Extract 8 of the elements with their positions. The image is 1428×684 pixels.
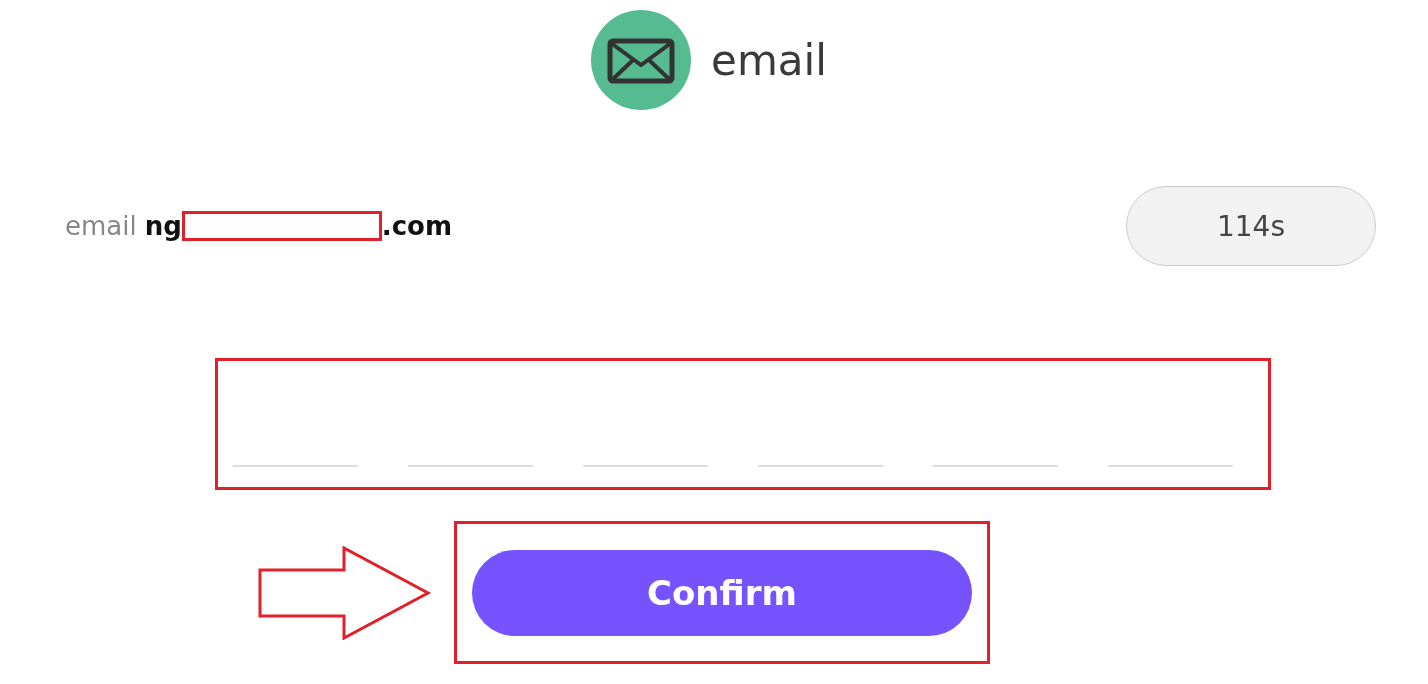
resend-countdown-button[interactable]: 114s: [1126, 186, 1376, 266]
page-title: email: [711, 35, 827, 85]
confirm-button[interactable]: Confirm: [472, 549, 972, 636]
email-label: email: [65, 211, 137, 241]
email-address-end: .com: [381, 211, 453, 241]
envelope-icon: [591, 10, 692, 110]
email-address-start: ng: [144, 211, 182, 241]
arrow-icon: [258, 545, 432, 640]
